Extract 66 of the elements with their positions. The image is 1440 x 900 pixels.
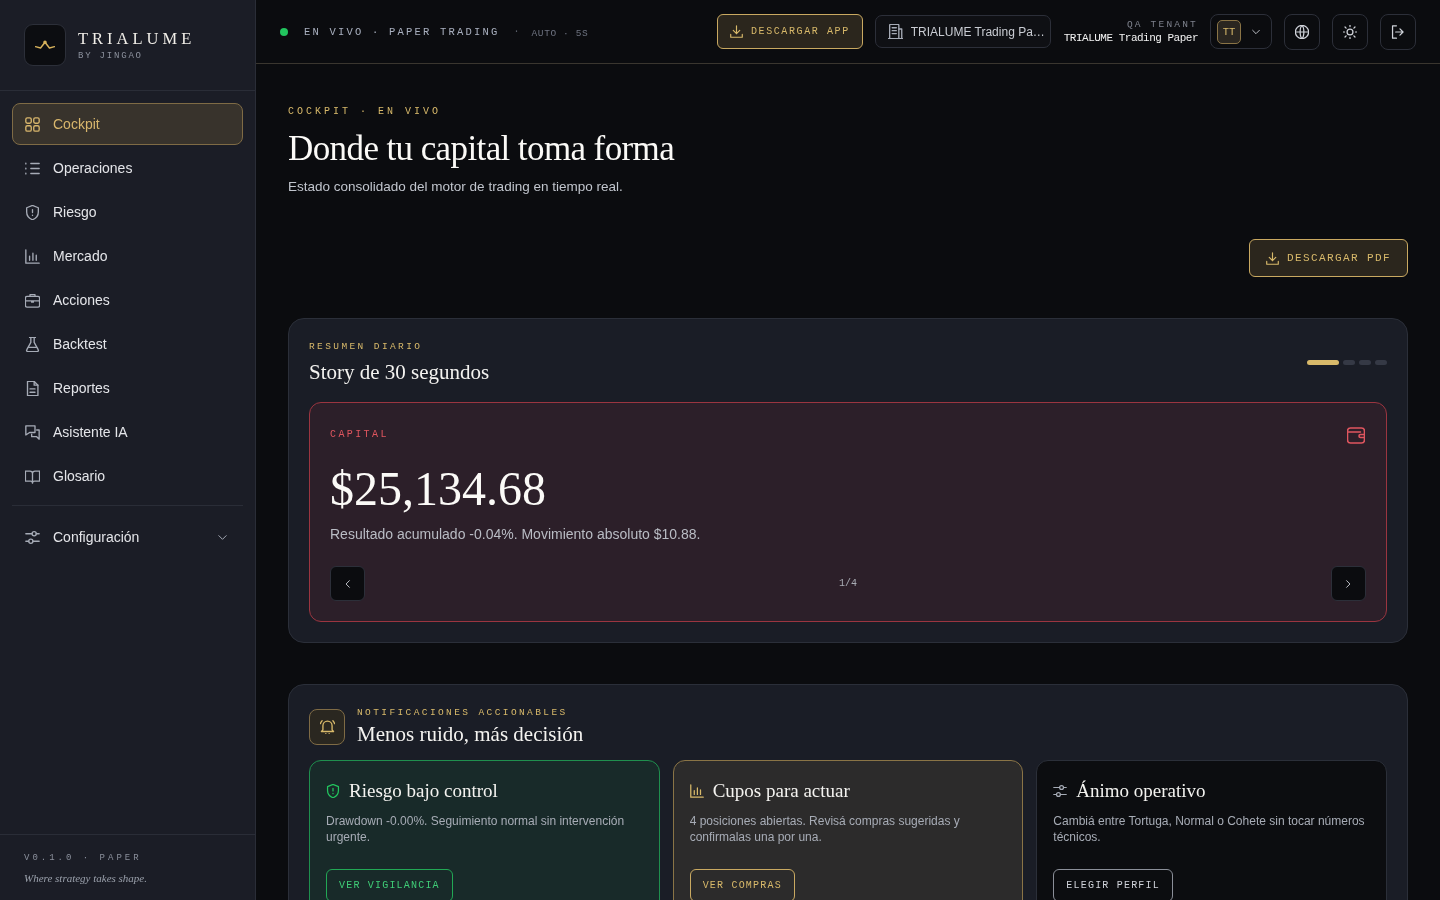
language-button[interactable] — [1284, 13, 1320, 50]
brand-tagline: BY JINGAO — [78, 51, 143, 61]
logo-icon — [24, 24, 66, 66]
separator-text: · — [513, 26, 520, 37]
nav-item[interactable]: Operaciones — [12, 147, 243, 189]
version-label: V0.1.0 · PAPER — [24, 852, 142, 864]
sliders-icon — [1053, 784, 1068, 798]
capital-value: $25,134.68 — [330, 461, 546, 517]
bar-chart-icon — [689, 784, 704, 798]
brand-name: TRIALUME — [78, 29, 196, 49]
user-menu-button[interactable]: TT — [1210, 14, 1272, 49]
user-avatar: TT — [1217, 19, 1241, 44]
nav-item[interactable]: Acciones — [12, 279, 243, 321]
nav-item[interactable]: Asistente IA — [12, 411, 243, 453]
globe-icon — [1295, 24, 1309, 39]
page-eyebrow: COCKPIT · EN VIVO — [288, 105, 442, 119]
sliders-icon — [25, 529, 40, 545]
tagline-text: Where strategy takes shape. — [24, 872, 147, 884]
notification-text: 4 posiciones abiertas. Revisá compras sugeridas y confirmalas una por una. — [689, 813, 961, 845]
logout-button[interactable] — [1380, 13, 1416, 50]
download-icon — [1266, 251, 1279, 265]
page-title: Donde tu capital toma forma — [288, 128, 675, 170]
nav-item[interactable]: Mercado — [12, 235, 243, 277]
notification-text: Cambiá entre Tortuga, Normal o Cohete sin tocar números técnicos. — [1053, 813, 1366, 845]
status-text: EN VIVO · PAPER TRADING — [304, 25, 500, 38]
nav-item[interactable]: Reportes — [12, 367, 243, 409]
logout-icon — [1391, 24, 1405, 39]
bar-chart-icon — [25, 248, 40, 264]
slide-description: Resultado acumulado -0.04%. Movimiento absoluto $10.88. — [330, 525, 701, 544]
sun-icon — [1343, 24, 1357, 39]
download-pdf-button[interactable]: DESCARGAR PDF — [1249, 239, 1408, 277]
nav-item[interactable]: Riesgo — [12, 191, 243, 233]
notification-title: Ánimo operativo — [1076, 779, 1206, 803]
building-icon — [887, 24, 903, 39]
bell-icon — [309, 708, 345, 745]
tenant-caption: QA TENANT — [1126, 17, 1198, 31]
download-app-button[interactable]: DESCARGAR APP — [716, 14, 863, 49]
refresh-interval-text: AUTO · 5S — [531, 27, 589, 39]
settings-nav-item[interactable]: Configuración — [12, 516, 243, 558]
tenant-select[interactable]: TRIALUME Trading Pa… — [874, 15, 1051, 48]
list-icon — [25, 160, 40, 176]
briefcase-icon — [25, 292, 40, 308]
grid-icon — [25, 116, 40, 132]
section-eyebrow: NOTIFICACIONES ACCIONABLES — [357, 706, 568, 719]
slide-label: CAPITAL — [330, 428, 389, 442]
shield-icon — [25, 204, 40, 220]
tenant-name: TRIALUME Trading Paper — [1063, 30, 1198, 46]
notification-text: Drawdown -0.00%. Seguimiento normal sin intervención urgente. — [326, 813, 626, 845]
section-title: Menos ruido, más decisión — [357, 721, 584, 747]
nav-item[interactable]: Cockpit — [12, 103, 243, 145]
nav-item[interactable]: Backtest — [12, 323, 243, 365]
wallet-icon — [1347, 426, 1365, 444]
notification-title: Riesgo bajo control — [349, 779, 498, 803]
document-icon — [25, 380, 40, 396]
section-title: Story de 30 segundos — [309, 359, 490, 385]
page-subtitle: Estado consolidado del motor de trading en tiempo real. — [288, 178, 623, 196]
flask-icon — [25, 336, 40, 352]
book-icon — [25, 468, 40, 484]
download-icon — [729, 25, 743, 38]
section-eyebrow: RESUMEN DIARIO — [309, 340, 423, 353]
shield-icon — [326, 784, 340, 798]
slide-counter: 1/4 — [839, 578, 857, 589]
theme-toggle-button[interactable] — [1332, 13, 1368, 50]
nav-item[interactable]: Glosario — [12, 455, 243, 497]
notification-title: Cupos para actuar — [712, 779, 850, 803]
chat-icon — [25, 424, 40, 440]
